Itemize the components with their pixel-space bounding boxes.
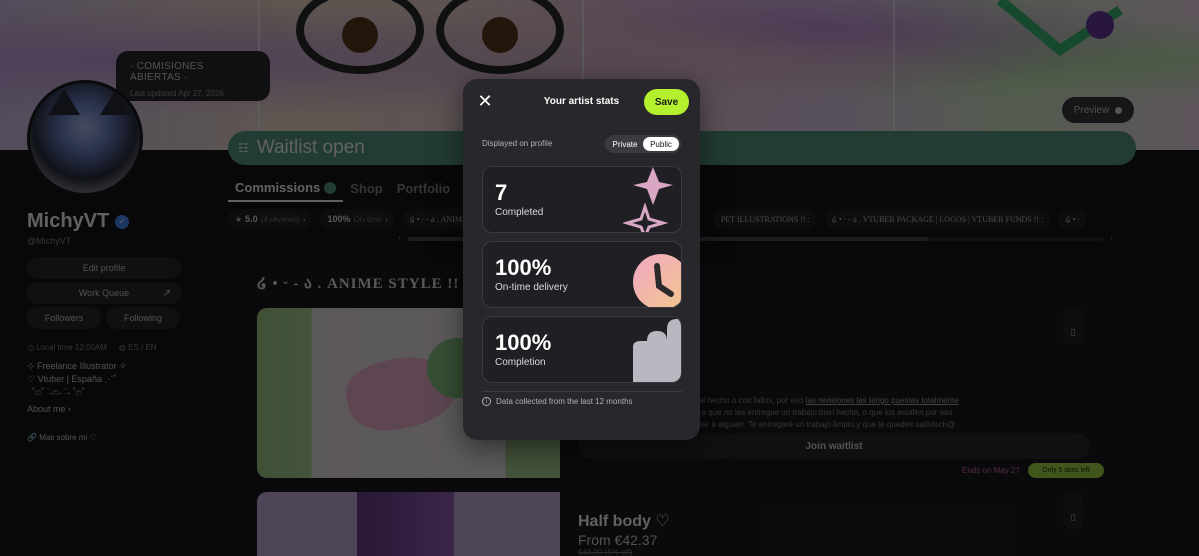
- clock-icon: [633, 254, 681, 307]
- category-chip-pets[interactable]: PET ILLUSTRATIONS !! :: [713, 209, 817, 229]
- following-button[interactable]: Following: [106, 307, 180, 329]
- stat-card-completed: 7 Completed: [482, 166, 682, 233]
- ends-date: Ends on May 27: [962, 466, 1020, 475]
- scroll-right-icon[interactable]: ›: [1110, 233, 1113, 242]
- listing-price: From €42.37: [578, 532, 658, 548]
- scroll-left-icon[interactable]: ‹: [398, 233, 401, 242]
- tab-portfolio[interactable]: Portfolio: [390, 178, 457, 202]
- mas-sobre-mi-link[interactable]: 🔗 Mas sobre mi ♡: [27, 433, 97, 442]
- waitlist-label: Waitlist open: [256, 137, 365, 158]
- profile-tabs: Commissions Shop Portfolio Co: [228, 178, 489, 202]
- avatar[interactable]: [27, 80, 143, 196]
- half-body-artwork[interactable]: [257, 492, 560, 556]
- star-icon: ★: [235, 214, 243, 224]
- clock-small-icon: ◷: [27, 343, 37, 352]
- data-footnote: i Data collected from the last 12 months: [482, 397, 633, 406]
- stat-label: On-time delivery: [495, 282, 568, 293]
- profile-name-row: MichyVT ✓: [27, 210, 130, 233]
- verified-icon: ✓: [115, 214, 130, 229]
- stat-value: 100%: [495, 255, 552, 280]
- globe-icon: ◍: [118, 343, 129, 352]
- page: · COMISIONES ABIERTAS · Last updated Apr…: [0, 0, 1199, 556]
- artist-stats-modal: ✕ Your artist stats Save Displayed on pr…: [463, 79, 700, 440]
- preview-label: Preview: [1073, 104, 1110, 116]
- star-icon: [623, 167, 673, 232]
- work-queue-button[interactable]: Work Queue ↗: [27, 282, 181, 304]
- stat-value: 100%: [495, 330, 552, 355]
- bookmark-icon[interactable]: ▯: [1063, 308, 1083, 344]
- bookmark-icon[interactable]: ▯: [1063, 493, 1083, 529]
- ontime-chip[interactable]: 100% On-time ›: [320, 209, 395, 229]
- profile-bio: ⊹ Freelance Illustrator ✧ ♡ Vtuber | Esp…: [27, 361, 127, 397]
- external-link-icon: ↗: [162, 287, 171, 299]
- stat-label: Completion: [495, 357, 546, 368]
- section-title: ໒ • ᵕ - ა . ANIME STYLE !!: [257, 276, 460, 292]
- about-me-link[interactable]: About me ›: [27, 404, 71, 414]
- list-icon: ☷: [238, 141, 249, 155]
- tab-shop[interactable]: Shop: [343, 178, 390, 202]
- tab-count-badge: [324, 181, 337, 194]
- tooltip-title: · COMISIONES ABIERTAS ·: [130, 61, 204, 83]
- category-chip-more[interactable]: ໒ • ᵕ: [1058, 209, 1087, 229]
- displayed-on-profile-label: Displayed on profile: [482, 139, 553, 148]
- modal-divider: [482, 391, 682, 392]
- slots-left-badge: Only 5 slots left: [1028, 463, 1104, 478]
- visibility-toggle[interactable]: Private Public: [605, 135, 681, 153]
- stat-card-completion: 100% Completion: [482, 316, 682, 383]
- listing-old-price: €48.00 (5% off): [578, 548, 633, 556]
- profile-handle: @MichyVT: [27, 236, 72, 246]
- save-button[interactable]: Save: [644, 89, 689, 115]
- commission-status-tooltip: · COMISIONES ABIERTAS · Last updated Apr…: [116, 51, 270, 101]
- private-option[interactable]: Private: [607, 137, 643, 151]
- stat-label: Completed: [495, 207, 544, 218]
- edit-profile-button[interactable]: Edit profile: [27, 257, 181, 279]
- public-option[interactable]: Public: [643, 137, 679, 151]
- stat-card-ontime: 100% On-time delivery: [482, 241, 682, 308]
- local-time: ◷ Local time 12:00AM: [27, 343, 107, 352]
- stat-value: 7: [495, 180, 508, 205]
- tab-commissions[interactable]: Commissions: [228, 178, 344, 202]
- listing-title[interactable]: Half body ♡: [578, 511, 670, 531]
- category-chip-vtuber[interactable]: ໒ • ᵕ - ა . VTUBER PACKAGE | LOGOS | VTU…: [824, 209, 1051, 229]
- rating-chip[interactable]: ★ 5.0 (4 reviews) ›: [228, 209, 313, 229]
- profile-meta: ◷ Local time 12:00AM ◍ ES / EN: [27, 343, 157, 352]
- work-queue-label: Work Queue: [78, 288, 130, 298]
- puzzle-icon: [633, 319, 681, 382]
- followers-button[interactable]: Followers: [27, 307, 101, 329]
- eye-icon: [1115, 106, 1123, 114]
- preview-button[interactable]: Preview: [1062, 97, 1134, 123]
- languages: ◍ ES / EN: [118, 343, 157, 352]
- info-icon: i: [482, 397, 491, 406]
- profile-name: MichyVT: [27, 210, 110, 232]
- tooltip-updated: Last updated Apr 27, 2026: [130, 89, 224, 98]
